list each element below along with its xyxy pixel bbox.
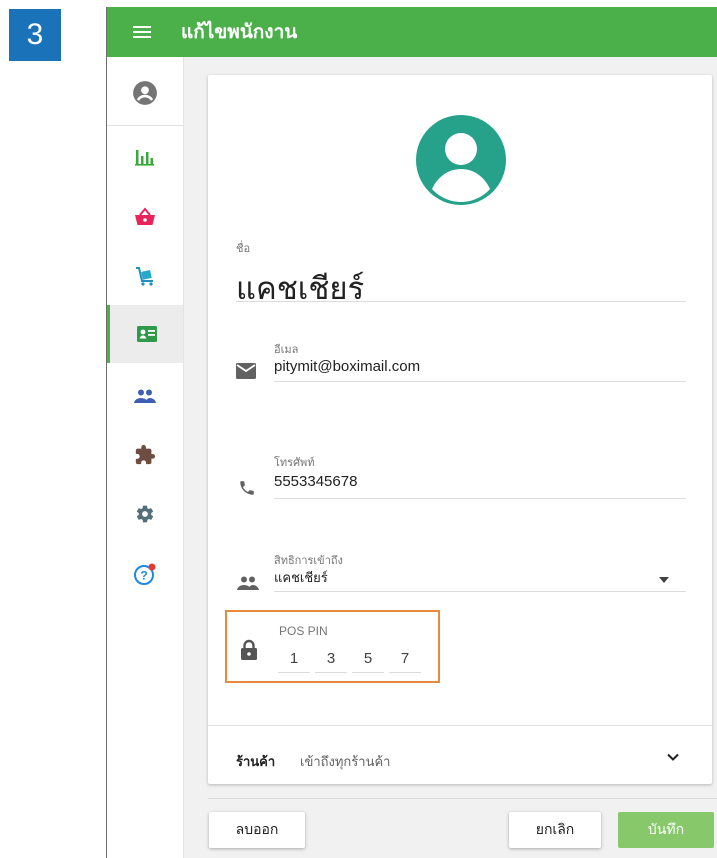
sidebar-item-employees[interactable] — [107, 305, 183, 363]
store-label: ร้านค้า — [236, 754, 276, 769]
employee-form-card: ชื่อ แคชเชียร์ อีเมล pitymit@boximail.co… — [208, 75, 712, 784]
bar-chart-icon — [135, 150, 154, 166]
role-select[interactable]: แคชเชียร์ — [274, 567, 328, 588]
sidebar-divider — [107, 125, 183, 126]
store-divider — [208, 725, 712, 726]
dropdown-arrow-icon[interactable] — [659, 577, 669, 583]
name-label: ชื่อ — [236, 243, 251, 255]
pin-digit-3[interactable]: 5 — [352, 650, 384, 673]
store-access-value[interactable]: เข้าถึงทุกร้านค้า — [300, 751, 390, 772]
app-window: แก้ไขพนักงาน ? ชื่อ แคชเชียร์ อีเมล pity… — [106, 7, 717, 858]
app-header: แก้ไขพนักงาน — [107, 7, 717, 57]
svg-text:?: ? — [140, 569, 147, 583]
sidebar-item-help[interactable]: ? — [107, 545, 183, 603]
sidebar-item-inventory[interactable] — [107, 247, 183, 305]
hamburger-menu-icon[interactable] — [133, 26, 159, 38]
step-number-badge: 3 — [9, 9, 61, 61]
customers-icon — [134, 389, 156, 403]
name-field[interactable]: แคชเชียร์ — [236, 263, 364, 313]
phone-label: โทรศัพท์ — [274, 457, 315, 469]
email-label: อีเมล — [274, 344, 299, 356]
mail-icon — [236, 363, 256, 379]
sidebar: ? — [107, 57, 184, 858]
role-people-icon — [237, 576, 259, 590]
lock-icon — [241, 639, 257, 660]
actions-divider — [208, 798, 717, 799]
save-button[interactable]: บันทึก — [618, 812, 714, 848]
employee-card-icon — [136, 326, 157, 342]
sidebar-item-reports[interactable] — [107, 128, 183, 186]
shopping-basket-icon — [135, 207, 155, 225]
pin-digit-2[interactable]: 3 — [315, 650, 347, 673]
cancel-button[interactable]: ยกเลิก — [509, 812, 601, 848]
phone-field[interactable]: 5553345678 — [274, 473, 357, 490]
email-underline — [274, 381, 686, 382]
pos-pin-label: POS PIN — [279, 624, 328, 638]
pin-digit-1[interactable]: 1 — [278, 650, 310, 673]
role-underline — [274, 591, 686, 592]
account-circle-icon — [133, 81, 157, 105]
pos-pin-highlight: POS PIN 1 3 5 7 — [225, 610, 440, 683]
settings-gear-icon — [136, 505, 154, 523]
sidebar-item-account[interactable] — [107, 64, 183, 122]
sidebar-item-sales[interactable] — [107, 188, 183, 246]
integrations-puzzle-icon — [135, 444, 156, 465]
page-title: แก้ไขพนักงาน — [181, 22, 298, 43]
chevron-down-icon[interactable] — [665, 749, 681, 765]
phone-underline — [274, 498, 686, 499]
pin-digit-4[interactable]: 7 — [389, 650, 421, 673]
sidebar-item-settings[interactable] — [107, 485, 183, 543]
help-icon: ? — [134, 563, 156, 585]
sidebar-item-integrations[interactable] — [107, 426, 183, 484]
delete-button[interactable]: ลบออก — [209, 812, 305, 848]
name-underline — [236, 301, 686, 302]
inventory-cart-icon — [136, 267, 153, 286]
email-field[interactable]: pitymit@boximail.com — [274, 358, 420, 375]
account-circle-icon — [416, 115, 506, 205]
sidebar-item-customers[interactable] — [107, 367, 183, 425]
phone-icon — [240, 481, 254, 495]
